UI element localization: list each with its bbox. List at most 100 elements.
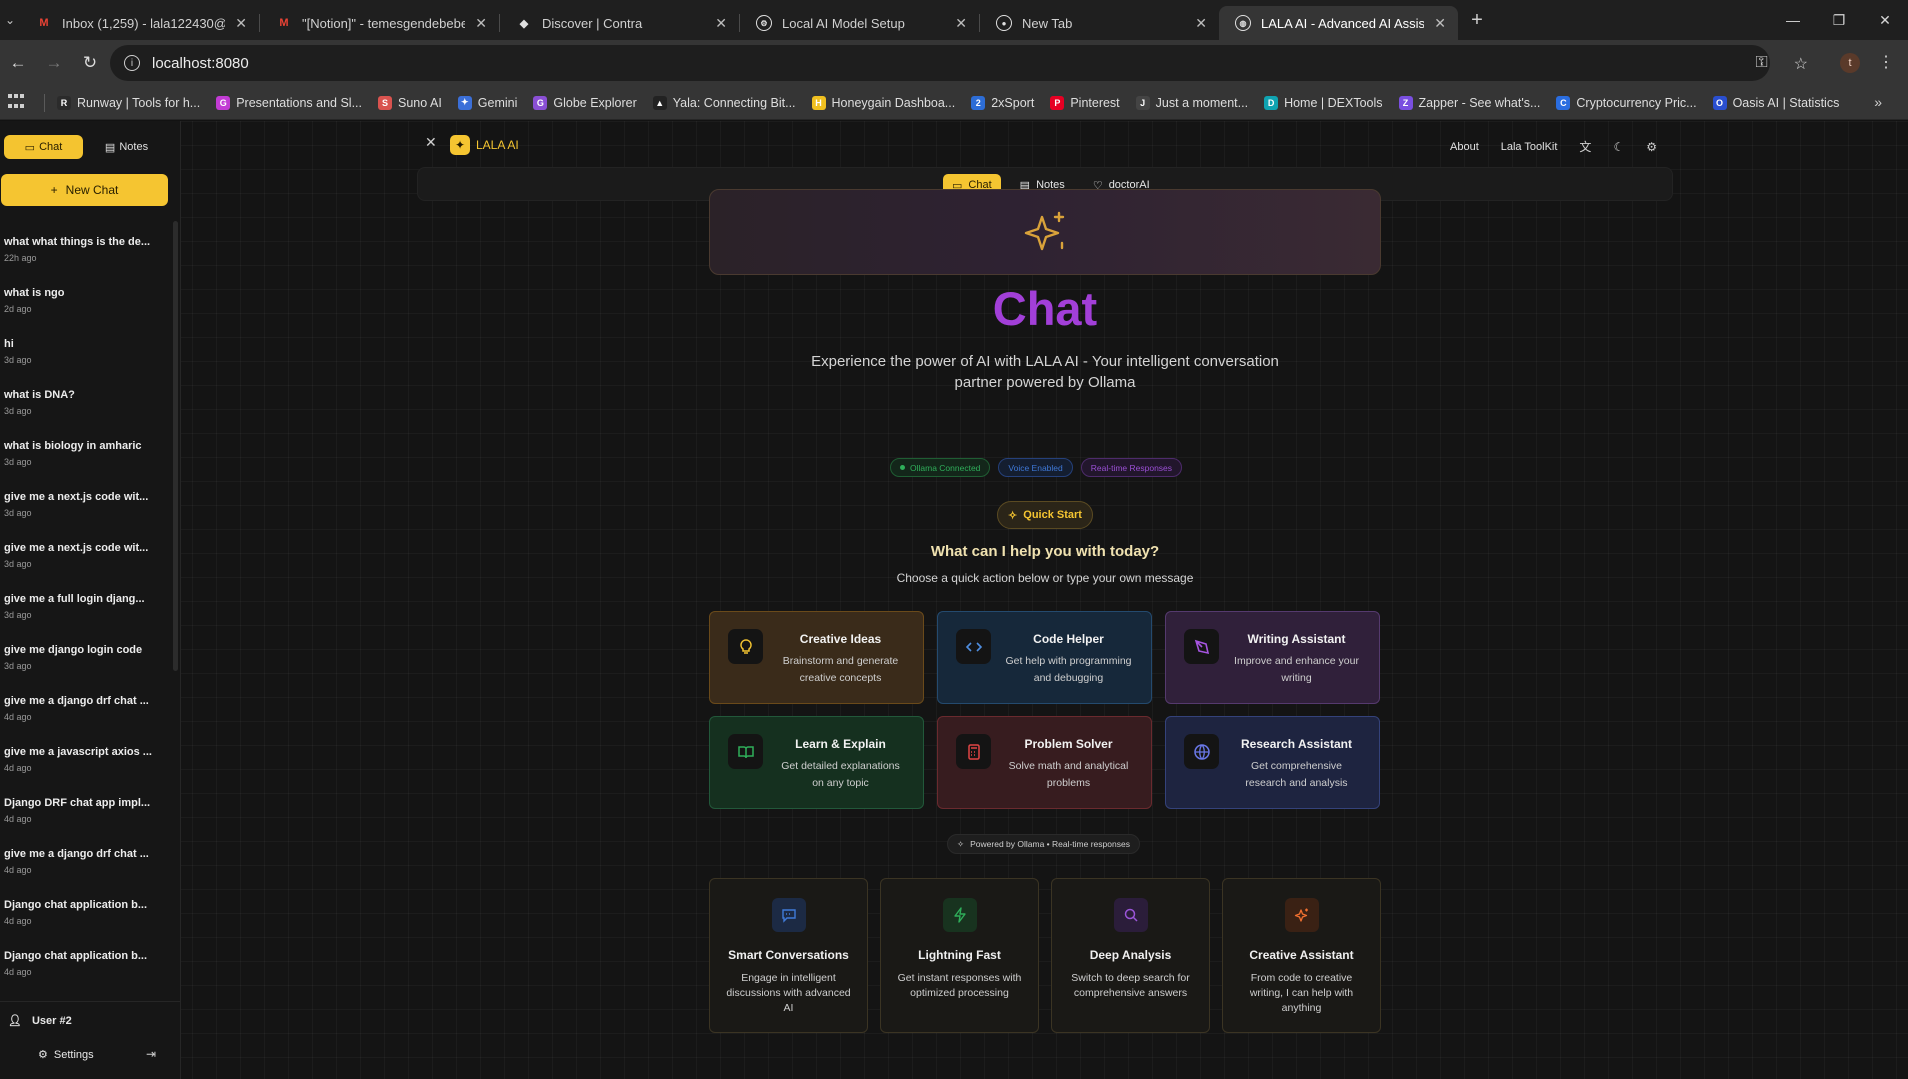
bookmark-item[interactable]: S Suno AI [378,95,442,110]
bookmark-item[interactable]: G Presentations and Sl... [216,95,362,110]
user-profile[interactable]: 👤︎ User #2 [8,1014,72,1028]
close-icon[interactable]: ✕ [1195,15,1207,32]
password-key-icon[interactable]: ⚿ [1755,54,1767,74]
browser-tab[interactable]: M "[Notion]" - temesgendebebe1! ✕ [260,6,499,40]
chat-history-item[interactable]: Django DRF chat app impl... 4d ago [0,792,172,843]
sidebar: ▭ Chat ▤ Notes + New Chat what what thin… [0,121,181,1079]
settings-gear-icon[interactable]: ⚙ [1646,140,1657,154]
omnibox-actions: ⚿ ☆ [1755,54,1808,74]
chat-history-title: give me a next.js code wit... [4,542,149,554]
bookmark-item[interactable]: H Honeygain Dashboa... [811,95,955,110]
action-card-learn-explain[interactable]: Learn & Explain Get detailed explanation… [709,716,924,809]
back-icon[interactable]: ← [0,45,36,81]
nav-about[interactable]: About [1450,141,1479,153]
new-tab-button[interactable]: + [1462,5,1492,35]
action-title: Creative Ideas [799,632,882,646]
bookmark-item[interactable]: O Oasis AI | Statistics [1712,95,1840,110]
bookmark-item[interactable]: C Cryptocurrency Pric... [1556,95,1697,110]
sparkle-logo-icon: ✦ [450,135,470,155]
browser-tab-active[interactable]: ◍ LALA AI - Advanced AI Assistan ✕ [1219,6,1458,40]
chevron-double-right-icon[interactable]: » [1874,94,1882,110]
moon-icon[interactable]: ☾ [1613,140,1624,154]
bookmark-item[interactable]: J Just a moment... [1135,95,1249,110]
sparkle-icon: ✧ [957,838,965,849]
quick-start-button[interactable]: ✧ Quick Start [997,501,1093,529]
contra-icon: ◆ [519,17,529,30]
close-sidebar-icon[interactable]: ✕ [425,134,437,151]
close-icon[interactable]: ✕ [235,15,247,32]
logout-icon[interactable]: ⇥ [146,1047,156,1061]
bookmark-favicon-icon: D [1264,95,1279,110]
chat-history-item[interactable]: give me a django drf chat ... 4d ago [0,690,172,741]
close-icon[interactable]: ✕ [475,15,487,32]
close-icon[interactable]: ✕ [955,15,967,32]
more-menu-icon[interactable]: ⋮ [1878,52,1894,72]
chat-history-item[interactable]: what is DNA? 3d ago [0,384,172,435]
close-icon[interactable]: ✕ [1434,15,1446,32]
gmail-icon: M [39,17,49,29]
action-desc: Get comprehensive research and analysis [1245,760,1348,789]
nav-toolkit[interactable]: Lala ToolKit [1501,141,1558,153]
reload-icon[interactable]: ↻ [72,45,108,81]
chat-history-date: 4d ago [4,865,32,875]
user-name: User #2 [31,1014,72,1027]
bookmark-label: Just a moment... [1155,95,1249,110]
bookmark-item[interactable]: P Pinterest [1050,95,1120,110]
translate-icon[interactable]: 文 [1579,138,1591,155]
site-info-icon[interactable]: i [124,55,140,71]
settings-link[interactable]: ⚙ Settings [38,1048,94,1062]
chat-history-title: hi [4,338,14,350]
apps-grid-icon[interactable] [8,93,26,112]
sidebar-tab-notes[interactable]: ▤ Notes [87,135,166,159]
tab-search-icon[interactable]: ⌄ [0,0,20,40]
browser-tab[interactable]: ◆ Discover | Contra ✕ [500,6,739,40]
action-card-code-helper[interactable]: Code Helper Get help with programming an… [937,611,1152,704]
chat-history-item[interactable]: what is ngo 2d ago [0,282,172,333]
chat-history-item[interactable]: Django chat application b... 4d ago [0,945,172,996]
chat-history-item[interactable]: give me a django drf chat ... 4d ago [0,843,172,894]
bookmark-item[interactable]: G Globe Explorer [533,95,637,110]
sidebar-scrollbar[interactable] [173,221,178,671]
new-chat-button[interactable]: + New Chat [1,174,168,206]
chat-history-item[interactable]: give me a next.js code wit... 3d ago [0,537,172,588]
action-desc: Get detailed explanations on any topic [781,760,900,789]
chat-history-item[interactable]: give me a javascript axios ... 4d ago [0,741,172,792]
chat-history-item[interactable]: Django chat application b... 4d ago [0,894,172,945]
profile-avatar[interactable]: t [1840,53,1860,73]
sidebar-tab-chat[interactable]: ▭ Chat [4,135,83,159]
action-card-problem-solver[interactable]: Problem Solver Solve math and analytical… [937,716,1152,809]
action-card-writing-assistant[interactable]: Writing Assistant Improve and enhance yo… [1165,611,1380,704]
browser-tab[interactable]: ⚙ Local AI Model Setup ✕ [740,6,979,40]
chat-history-item[interactable]: give me a next.js code wit... 3d ago [0,486,172,537]
chat-history-title: give me a javascript axios ... [4,746,152,758]
bookmark-item[interactable]: 2 2xSport [971,95,1034,110]
bookmark-item[interactable]: Z Zapper - See what's... [1398,95,1540,110]
restore-icon[interactable]: ❐ [1816,0,1862,40]
bookmark-item[interactable]: ▲ Yala: Connecting Bit... [652,95,796,110]
chat-history-item[interactable]: hi 3d ago [0,333,172,384]
chat-history-title: give me django login code [4,644,143,656]
chat-history-item[interactable]: give me a full login djang... 3d ago [0,588,172,639]
bookmark-star-icon[interactable]: ☆ [1794,54,1808,74]
chat-history-item[interactable]: give me django login code 3d ago [0,639,172,690]
bookmark-item[interactable]: D Home | DEXTools [1264,95,1383,110]
bookmark-item[interactable]: ✦ Gemini [457,95,518,110]
globe-icon: ◍ [1235,15,1251,31]
address-bar[interactable]: i localhost:8080 [110,45,1770,81]
bookmark-item[interactable]: R Runway | Tools for h... [57,95,200,110]
minimize-icon[interactable]: — [1770,0,1816,40]
note-icon: ▤ [104,141,116,154]
browser-tab[interactable]: M Inbox (1,259) - lala122430@gm ✕ [20,6,259,40]
close-window-icon[interactable]: ✕ [1862,0,1908,40]
page-title: Chat [992,282,1098,335]
bookmark-label: Oasis AI | Statistics [1732,95,1840,110]
chat-history-item[interactable]: what is biology in amharic 3d ago [0,435,172,486]
brand[interactable]: ✦ LALA AI [450,135,519,155]
action-card-research-assistant[interactable]: Research Assistant Get comprehensive res… [1165,716,1380,809]
browser-tab[interactable]: ● New Tab ✕ [980,6,1219,40]
bookmark-label: Gemini [477,95,518,110]
chat-history-item[interactable]: what what things is the de... 22h ago [0,231,172,282]
action-card-creative-ideas[interactable]: Creative Ideas Brainstorm and generate c… [709,611,924,704]
close-icon[interactable]: ✕ [715,15,727,32]
forward-icon[interactable]: → [36,45,72,81]
